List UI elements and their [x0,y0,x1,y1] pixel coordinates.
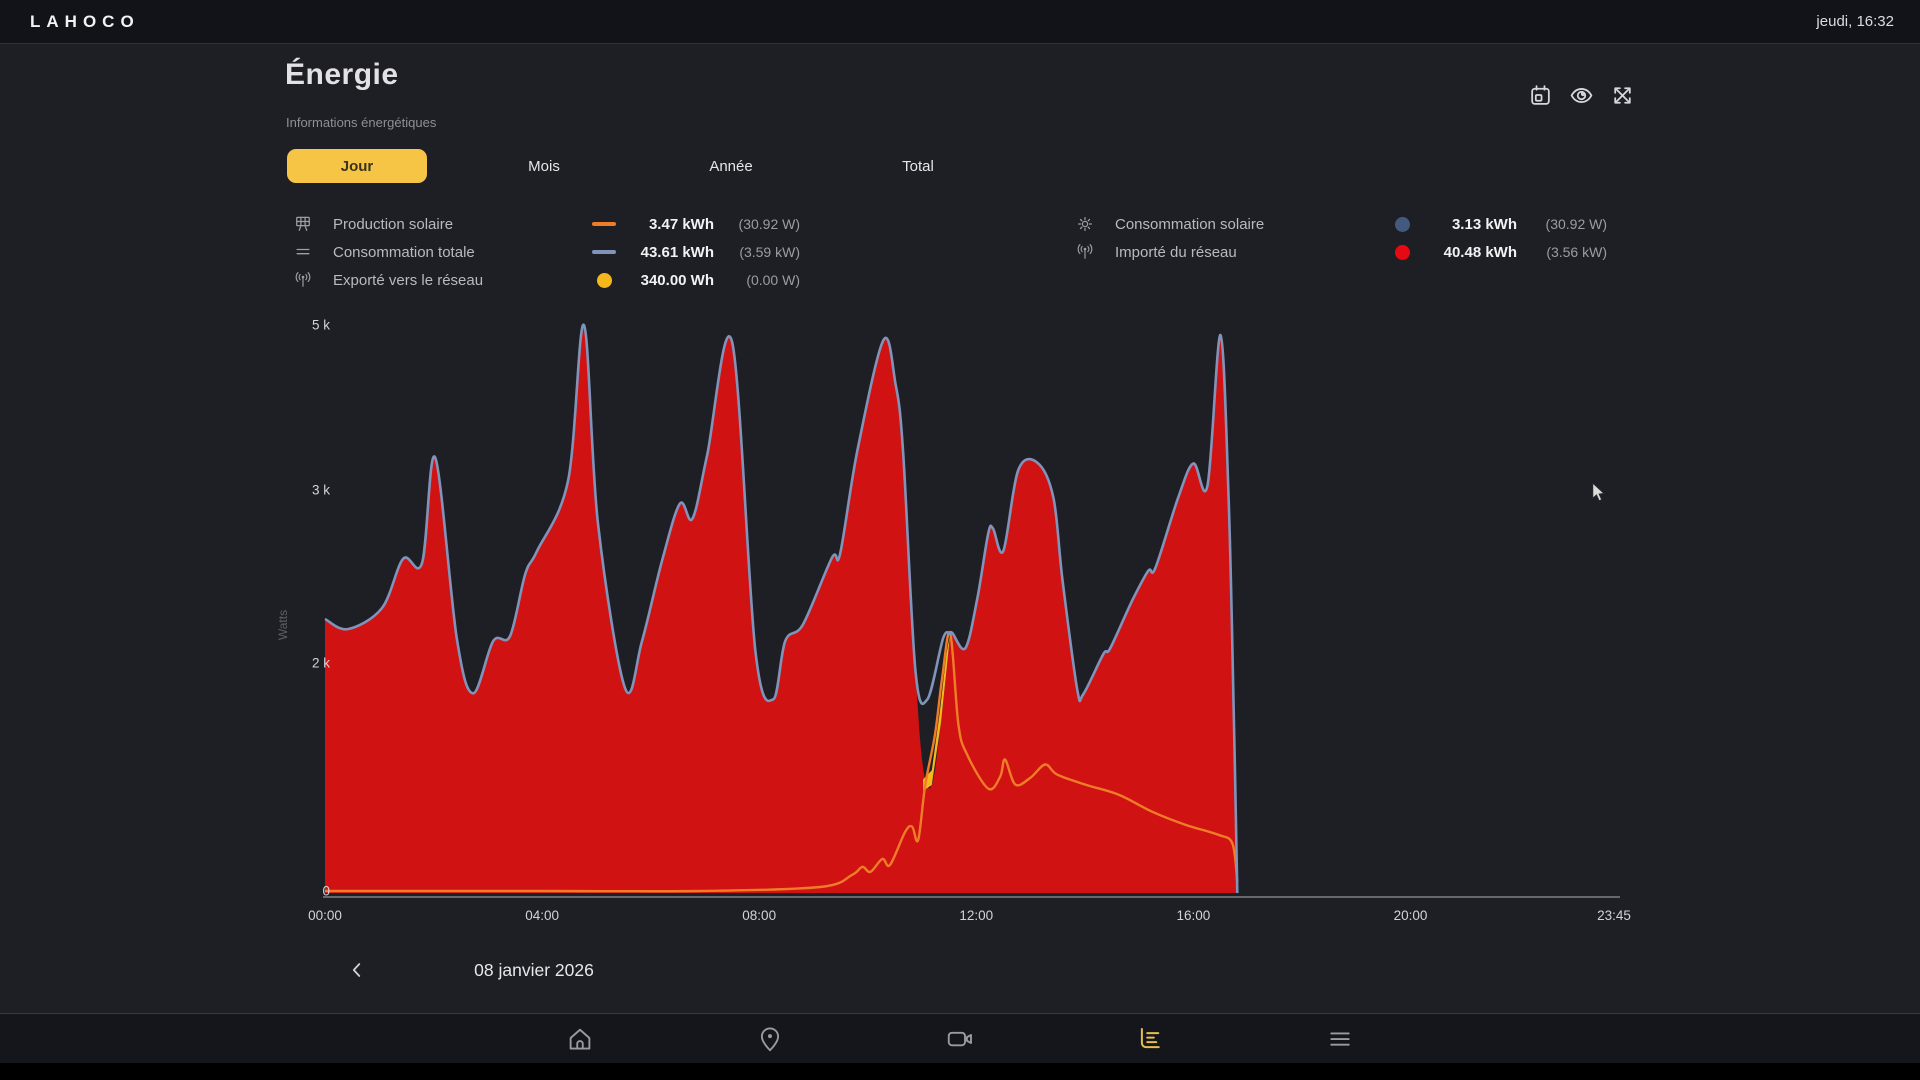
y-tick-label: 3 k [285,482,330,497]
bottom-black-strip [0,1063,1920,1080]
nav-menu-icon[interactable] [1324,1023,1356,1055]
app-logo: LAHOCO [30,12,140,32]
grid-import-area [325,325,1237,893]
x-tick-label: 04:00 [525,908,559,923]
x-tick-label: 16:00 [1176,908,1210,923]
nav-location-icon[interactable] [754,1023,786,1055]
nav-camera-icon[interactable] [944,1023,976,1055]
y-tick-label: 2 k [285,655,330,670]
date-navigation: 08 janvier 2026 [340,950,694,990]
current-date-label[interactable]: 08 janvier 2026 [374,960,694,981]
nav-home-icon[interactable] [564,1023,596,1055]
top-bar: LAHOCO jeudi, 16:32 [0,0,1920,44]
mouse-cursor [1590,483,1608,503]
x-tick-label: 08:00 [742,908,776,923]
x-tick-label: 23:45 [1597,908,1631,923]
nav-chart-icon[interactable] [1134,1023,1166,1055]
energy-app: { "top_bar": { "logo": "LAHOCO", "dateti… [0,0,1920,1080]
y-tick-label: 0 [285,884,330,899]
y-tick-label: 5 k [285,318,330,333]
bottom-nav-bar [0,1013,1920,1064]
x-tick-label: 12:00 [959,908,993,923]
x-tick-label: 00:00 [308,908,342,923]
y-axis-title: Watts [276,610,290,640]
datetime-label: jeudi, 16:32 [1816,13,1894,30]
chevron-left-icon[interactable] [340,950,374,990]
x-tick-label: 20:00 [1394,908,1428,923]
